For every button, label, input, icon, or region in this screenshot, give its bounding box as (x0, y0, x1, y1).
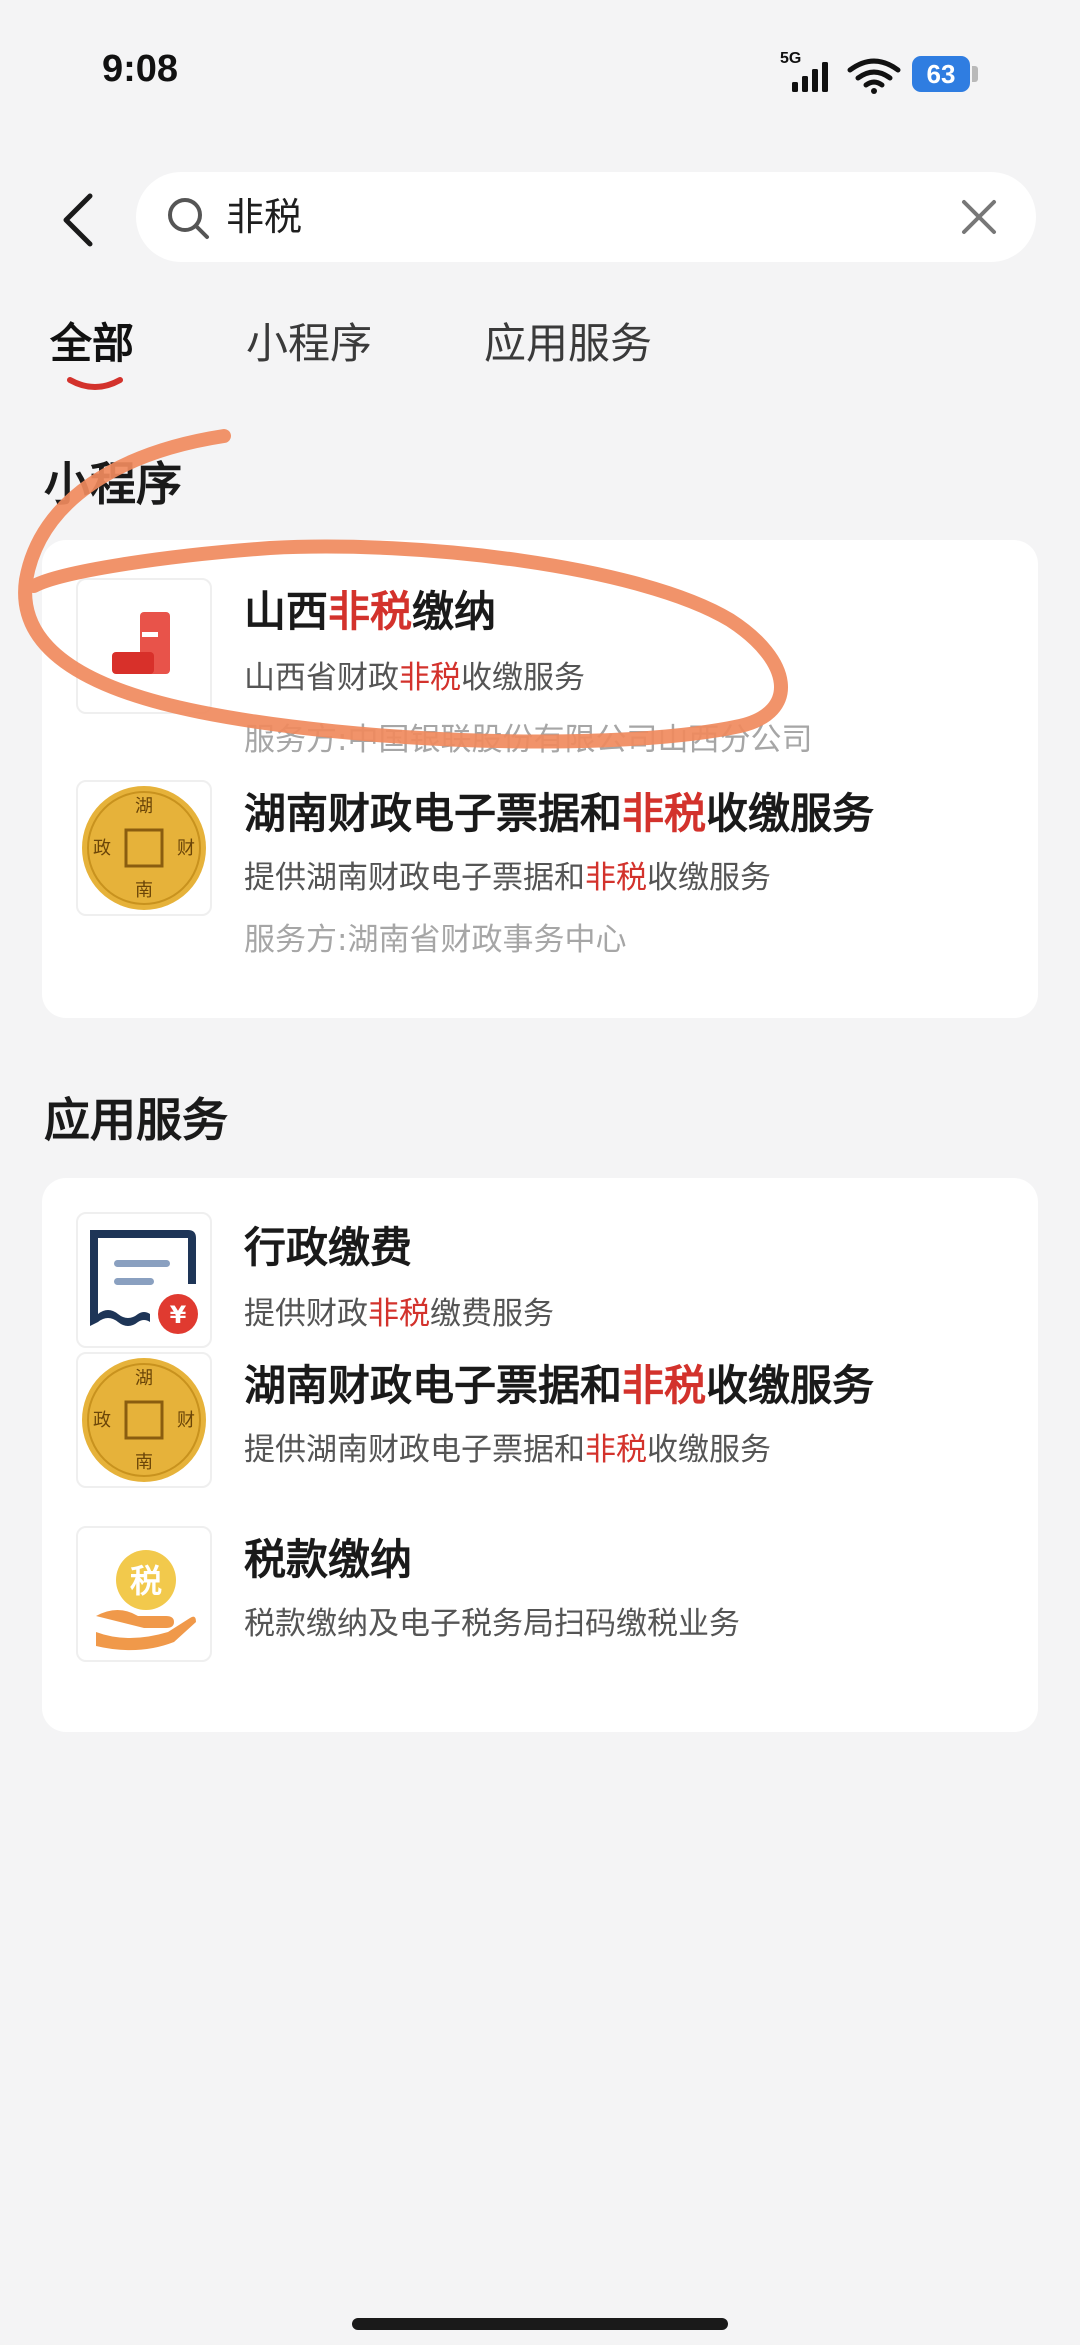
wifi-icon (847, 58, 901, 94)
back-button[interactable] (48, 180, 108, 260)
seal-char-right: 财 (177, 838, 195, 859)
tab-bar: 全部 小程序 应用服务 (0, 310, 1080, 400)
tax-hand-icon: 税 (76, 1526, 212, 1662)
status-time: 9:08 (102, 48, 179, 90)
list-item-shanxi[interactable]: 山西非税缴纳 山西省财政非税收缴服务 服务方:中国银联股份有限公司山西分公司 (42, 540, 1038, 780)
tab-all[interactable]: 全部 (50, 310, 134, 371)
close-icon[interactable] (958, 196, 1000, 238)
status-indicators: 5G 63 (780, 50, 980, 100)
list-item-admin-fee[interactable]: ¥ 行政缴费 提供财政非税缴费服务 (42, 1178, 1038, 1352)
item-description: 税款缴纳及电子税务局扫码缴税业务 (244, 1606, 740, 1642)
document-red-icon (76, 578, 212, 714)
section-title-app-services: 应用服务 (44, 1093, 228, 1147)
item-provider: 服务方:中国银联股份有限公司山西分公司 (244, 722, 813, 758)
search-query[interactable]: 非税 (226, 172, 302, 262)
chevron-left-icon (63, 193, 93, 247)
item-title: 湖南财政电子票据和非税收缴服务 (244, 1361, 875, 1410)
seal-char-top: 湖 (135, 796, 153, 817)
app-services-card: ¥ 行政缴费 提供财政非税缴费服务 湖 南 政 财 湖南财政电子票据和非税收缴服… (42, 1178, 1038, 1732)
item-title: 山西非税缴纳 (244, 587, 497, 636)
item-description: 提供湖南财政电子票据和非税收缴服务 (244, 1432, 771, 1468)
seal-char-left: 政 (93, 838, 111, 859)
gold-seal-icon: 湖 南 政 财 (76, 1352, 212, 1488)
item-description: 山西省财政非税收缴服务 (244, 660, 585, 696)
seal-char-top: 湖 (135, 1368, 153, 1389)
item-title: 税款缴纳 (244, 1535, 413, 1584)
list-item-hunan[interactable]: 湖 南 政 财 湖南财政电子票据和非税收缴服务 提供湖南财政电子票据和非税收缴服… (42, 780, 1038, 1018)
search-input[interactable]: 非税 (136, 172, 1036, 262)
mini-programs-card: 山西非税缴纳 山西省财政非税收缴服务 服务方:中国银联股份有限公司山西分公司 湖… (42, 540, 1038, 1018)
seal-char-right: 财 (177, 1410, 195, 1431)
seal-char-left: 政 (93, 1410, 111, 1431)
item-description: 提供湖南财政电子票据和非税收缴服务 (244, 860, 771, 896)
svg-text:¥: ¥ (170, 1301, 187, 1329)
home-indicator[interactable] (352, 2318, 728, 2330)
signal-icon (792, 62, 828, 92)
search-icon (168, 198, 209, 239)
list-item-hunan[interactable]: 湖 南 政 财 湖南财政电子票据和非税收缴服务 提供湖南财政电子票据和非税收缴服… (42, 1352, 1038, 1526)
receipt-yuan-icon: ¥ (76, 1212, 212, 1348)
section-title-mini-programs: 小程序 (44, 457, 182, 511)
seal-char-bottom: 南 (135, 880, 153, 901)
battery-cap (972, 66, 978, 82)
battery-level: 63 (912, 56, 970, 92)
list-item-tax-payment[interactable]: 税 税款缴纳 税款缴纳及电子税务局扫码缴税业务 (42, 1526, 1038, 1732)
seal-char-bottom: 南 (135, 1452, 153, 1473)
item-title: 行政缴费 (244, 1223, 413, 1272)
tab-active-indicator (67, 377, 123, 390)
status-bar: 9:08 5G 63 (0, 0, 1080, 150)
tab-mini-programs[interactable]: 小程序 (246, 310, 372, 371)
item-description: 提供财政非税缴费服务 (244, 1296, 554, 1332)
tax-char: 税 (130, 1562, 162, 1600)
gold-seal-icon: 湖 南 政 财 (76, 780, 212, 916)
tab-app-services[interactable]: 应用服务 (484, 310, 652, 371)
item-title: 湖南财政电子票据和非税收缴服务 (244, 789, 875, 838)
item-provider: 服务方:湖南省财政事务中心 (244, 922, 627, 958)
